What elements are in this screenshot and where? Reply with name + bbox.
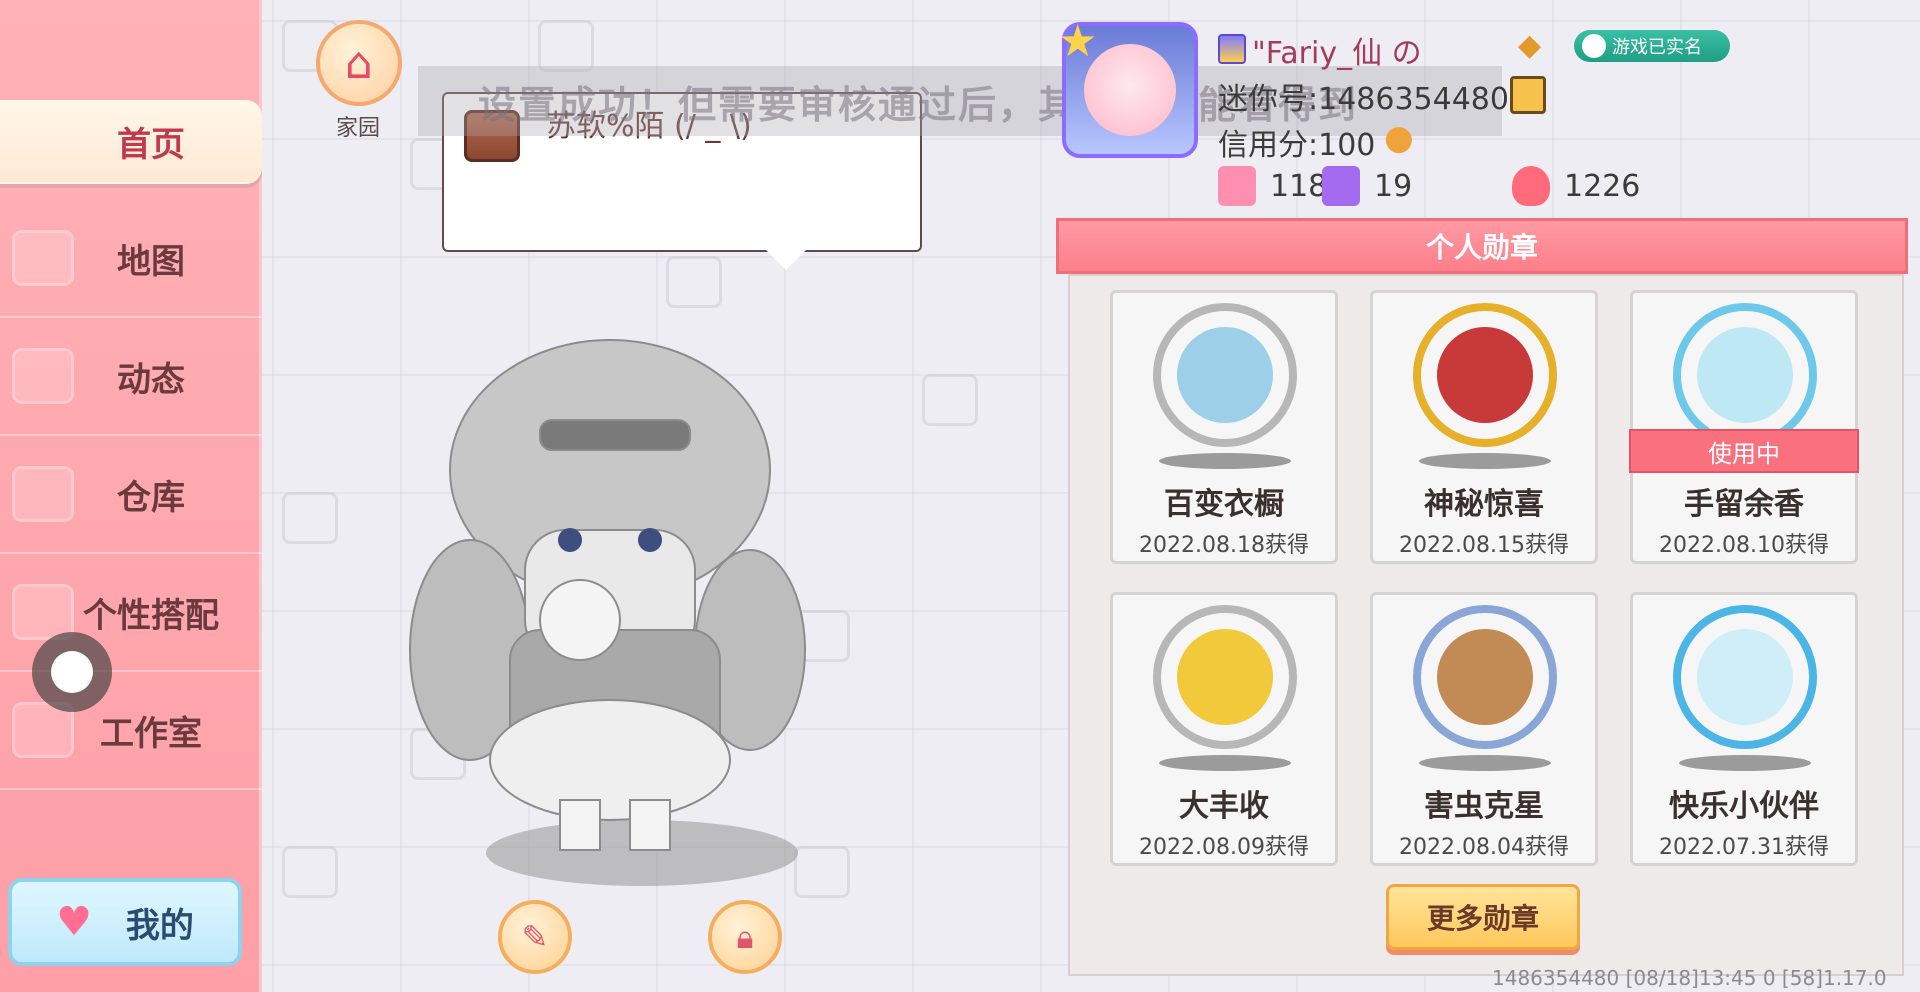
medal-shadow — [1159, 755, 1291, 771]
medal-card[interactable]: 快乐小伙伴 2022.07.31获得 — [1630, 592, 1858, 866]
sidebar-item-label: 工作室 — [100, 713, 202, 754]
sidebar-item-label: 仓库 — [117, 477, 185, 518]
warehouse-icon — [12, 466, 74, 522]
home-label: 家园 — [336, 116, 381, 141]
medal-date: 2022.07.31获得 — [1659, 835, 1829, 860]
credit-score: 信用分:100 — [1218, 128, 1376, 163]
character-avatar[interactable] — [390, 320, 830, 880]
realname-badge: 游戏已实名 — [1574, 30, 1730, 62]
home-button[interactable]: ⌂ — [316, 20, 402, 106]
medal-name: 大丰收 — [1179, 789, 1269, 824]
credit-person-icon[interactable]: ● — [1384, 118, 1414, 158]
gift-medal-icon — [1413, 303, 1557, 447]
in-use-badge: 使用中 — [1629, 429, 1859, 473]
sidebar-item-warehouse[interactable]: 仓库 — [0, 436, 262, 554]
sidebar-item-home[interactable]: 首页 — [0, 100, 262, 184]
lock-icon: 🔒︎ — [736, 917, 754, 956]
lock-button[interactable]: 🔒︎ — [708, 900, 782, 974]
sidebar-item-label: 个性搭配 — [83, 595, 219, 636]
pencil-icon: ✎ — [521, 918, 549, 956]
bug-medal-icon — [1413, 605, 1557, 749]
medal-date: 2022.08.10获得 — [1659, 533, 1829, 558]
medal-card[interactable]: 使用中 手留余香 2022.08.10获得 — [1629, 290, 1859, 564]
trophy-person-icon — [1322, 166, 1360, 206]
medal-shadow — [1159, 453, 1291, 469]
mine-button[interactable]: ♥ 我的 — [8, 878, 242, 966]
footer-build-info: 1486354480 [08/18]13:45 0 [58]1.17.0 — [1492, 966, 1887, 990]
sidebar-item-label: 地图 — [117, 241, 185, 282]
medal-shadow — [1679, 755, 1811, 771]
stat-value: 118 — [1270, 168, 1328, 204]
mask-icon: ◆ — [1518, 28, 1542, 63]
bell-icon — [12, 348, 74, 404]
medal-name: 快乐小伙伴 — [1669, 789, 1819, 824]
medal-name: 神秘惊喜 — [1424, 487, 1544, 522]
sidebar-item-label: 首页 — [117, 124, 185, 165]
stat-trophy[interactable]: 19 — [1322, 166, 1412, 206]
heart-icon: ♥ — [56, 899, 92, 945]
left-sidebar: 首页 地图 动态 仓库 个性搭配 工作室 ♥ 我的 — [0, 0, 262, 992]
medal-shadow — [1419, 453, 1551, 469]
medal-date: 2022.08.04获得 — [1399, 835, 1569, 860]
plus-ribbon-icon — [1218, 166, 1256, 206]
flame-icon — [1512, 166, 1550, 206]
medal-date: 2022.08.15获得 — [1399, 533, 1569, 558]
medal-card[interactable]: 大丰收 2022.08.09获得 — [1110, 592, 1338, 866]
stat-value: 1226 — [1564, 168, 1641, 204]
more-medals-button[interactable]: 更多勋章 — [1386, 884, 1580, 950]
medal-date: 2022.08.09获得 — [1139, 835, 1309, 860]
floating-assist-ball[interactable] — [32, 632, 112, 712]
medal-shadow — [1419, 755, 1551, 771]
house-icon: ⌂ — [345, 37, 373, 89]
medal-card[interactable]: 害虫克星 2022.08.04获得 — [1370, 592, 1598, 866]
map-icon — [12, 230, 74, 286]
stat-flame[interactable]: 1226 — [1512, 166, 1640, 206]
wardrobe-medal-icon — [1153, 303, 1297, 447]
profile-name: "Fariy_仙 の — [1252, 36, 1422, 71]
medal-card[interactable]: 百变衣橱 2022.08.18获得 — [1110, 290, 1338, 564]
avatar-face — [1084, 44, 1176, 136]
profile-avatar[interactable]: ★ — [1058, 16, 1198, 158]
mini-id: 迷你号:1486354480 — [1218, 82, 1509, 117]
realname-label: 游戏已实名 — [1612, 37, 1702, 58]
sidebar-item-map[interactable]: 地图 — [0, 200, 262, 318]
mine-label: 我的 — [125, 905, 194, 946]
stat-value: 19 — [1374, 168, 1413, 204]
medal-name: 害虫克星 — [1424, 789, 1544, 824]
medal-name: 手留余香 — [1684, 487, 1804, 522]
copy-icon[interactable] — [1510, 76, 1546, 114]
edit-button[interactable]: ✎ — [498, 900, 572, 974]
floating-ball-dot — [51, 651, 93, 693]
sidebar-item-feed[interactable]: 动态 — [0, 318, 262, 436]
flower-medal-icon — [1673, 303, 1817, 447]
stat-ribbon[interactable]: 118 — [1218, 166, 1327, 206]
medal-name: 百变衣橱 — [1164, 487, 1284, 522]
person-icon — [1582, 34, 1606, 58]
medal-card[interactable]: 神秘惊喜 2022.08.15获得 — [1370, 290, 1598, 564]
friends-medal-icon — [1673, 605, 1817, 749]
medal-date: 2022.08.18获得 — [1139, 533, 1309, 558]
medal-panel-title: 个人勋章 — [1056, 218, 1908, 274]
harvest-medal-icon — [1153, 605, 1297, 749]
vip-badge-icon — [1218, 34, 1246, 64]
star-icon: ★ — [1058, 16, 1098, 67]
sidebar-item-label: 动态 — [117, 359, 185, 400]
